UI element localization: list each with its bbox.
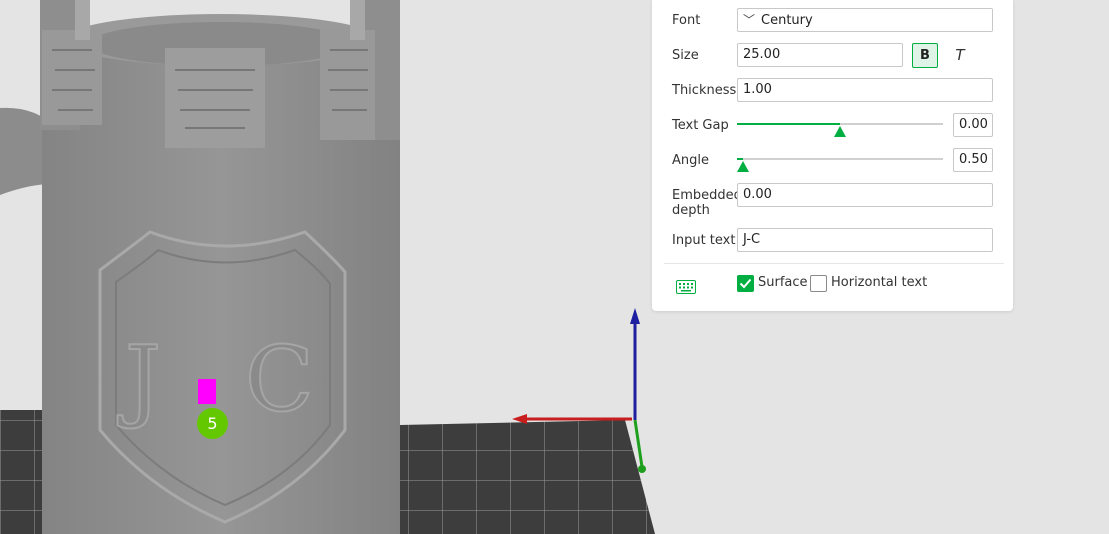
chevron-down-icon: ﹀: [743, 13, 756, 27]
text-gap-slider[interactable]: [737, 123, 943, 125]
font-select[interactable]: ﹀ Century: [737, 8, 993, 32]
text-position-highlight: [198, 379, 216, 404]
thickness-input[interactable]: 1.00: [737, 78, 993, 102]
bold-button[interactable]: B: [912, 43, 938, 68]
thickness-label: Thickness: [672, 83, 737, 98]
size-label: Size: [672, 48, 699, 63]
embedded-depth-input[interactable]: 0.00: [737, 183, 993, 207]
angle-slider-fill: [737, 158, 743, 160]
checkmark-icon: [739, 278, 752, 289]
text-gap-label: Text Gap: [672, 118, 729, 133]
italic-button[interactable]: T: [950, 43, 970, 68]
input-text-label: Input text: [672, 233, 736, 248]
mug-model: J C: [40, 0, 400, 534]
text-gap-input[interactable]: 0.00: [953, 113, 993, 137]
horizontal-text-checkbox[interactable]: [810, 275, 827, 292]
angle-slider[interactable]: [737, 158, 943, 160]
angle-label: Angle: [672, 153, 709, 168]
horizontal-text-label: Horizontal text: [831, 275, 928, 290]
surface-checkbox[interactable]: [737, 275, 754, 292]
text-tool-panel: Font ﹀ Century Size 25.00 B T Thickness 1…: [652, 0, 1013, 311]
panel-divider: [664, 263, 1004, 264]
surface-label: Surface: [758, 275, 808, 290]
angle-input[interactable]: 0.50: [953, 148, 993, 172]
svg-text:C: C: [245, 327, 314, 432]
embedded-depth-label-line1: Embedded: [672, 188, 742, 203]
embedded-depth-label-line2: depth: [672, 203, 710, 218]
step-marker-5: 5: [197, 408, 228, 439]
font-value: Century: [761, 13, 813, 28]
input-text-field[interactable]: J-C: [737, 228, 993, 252]
size-input[interactable]: 25.00: [737, 43, 903, 67]
text-gap-slider-thumb[interactable]: [834, 126, 846, 137]
keyboard-icon[interactable]: [676, 280, 696, 294]
text-gap-slider-fill: [737, 123, 840, 125]
font-label: Font: [672, 13, 701, 28]
angle-slider-thumb[interactable]: [737, 161, 749, 172]
